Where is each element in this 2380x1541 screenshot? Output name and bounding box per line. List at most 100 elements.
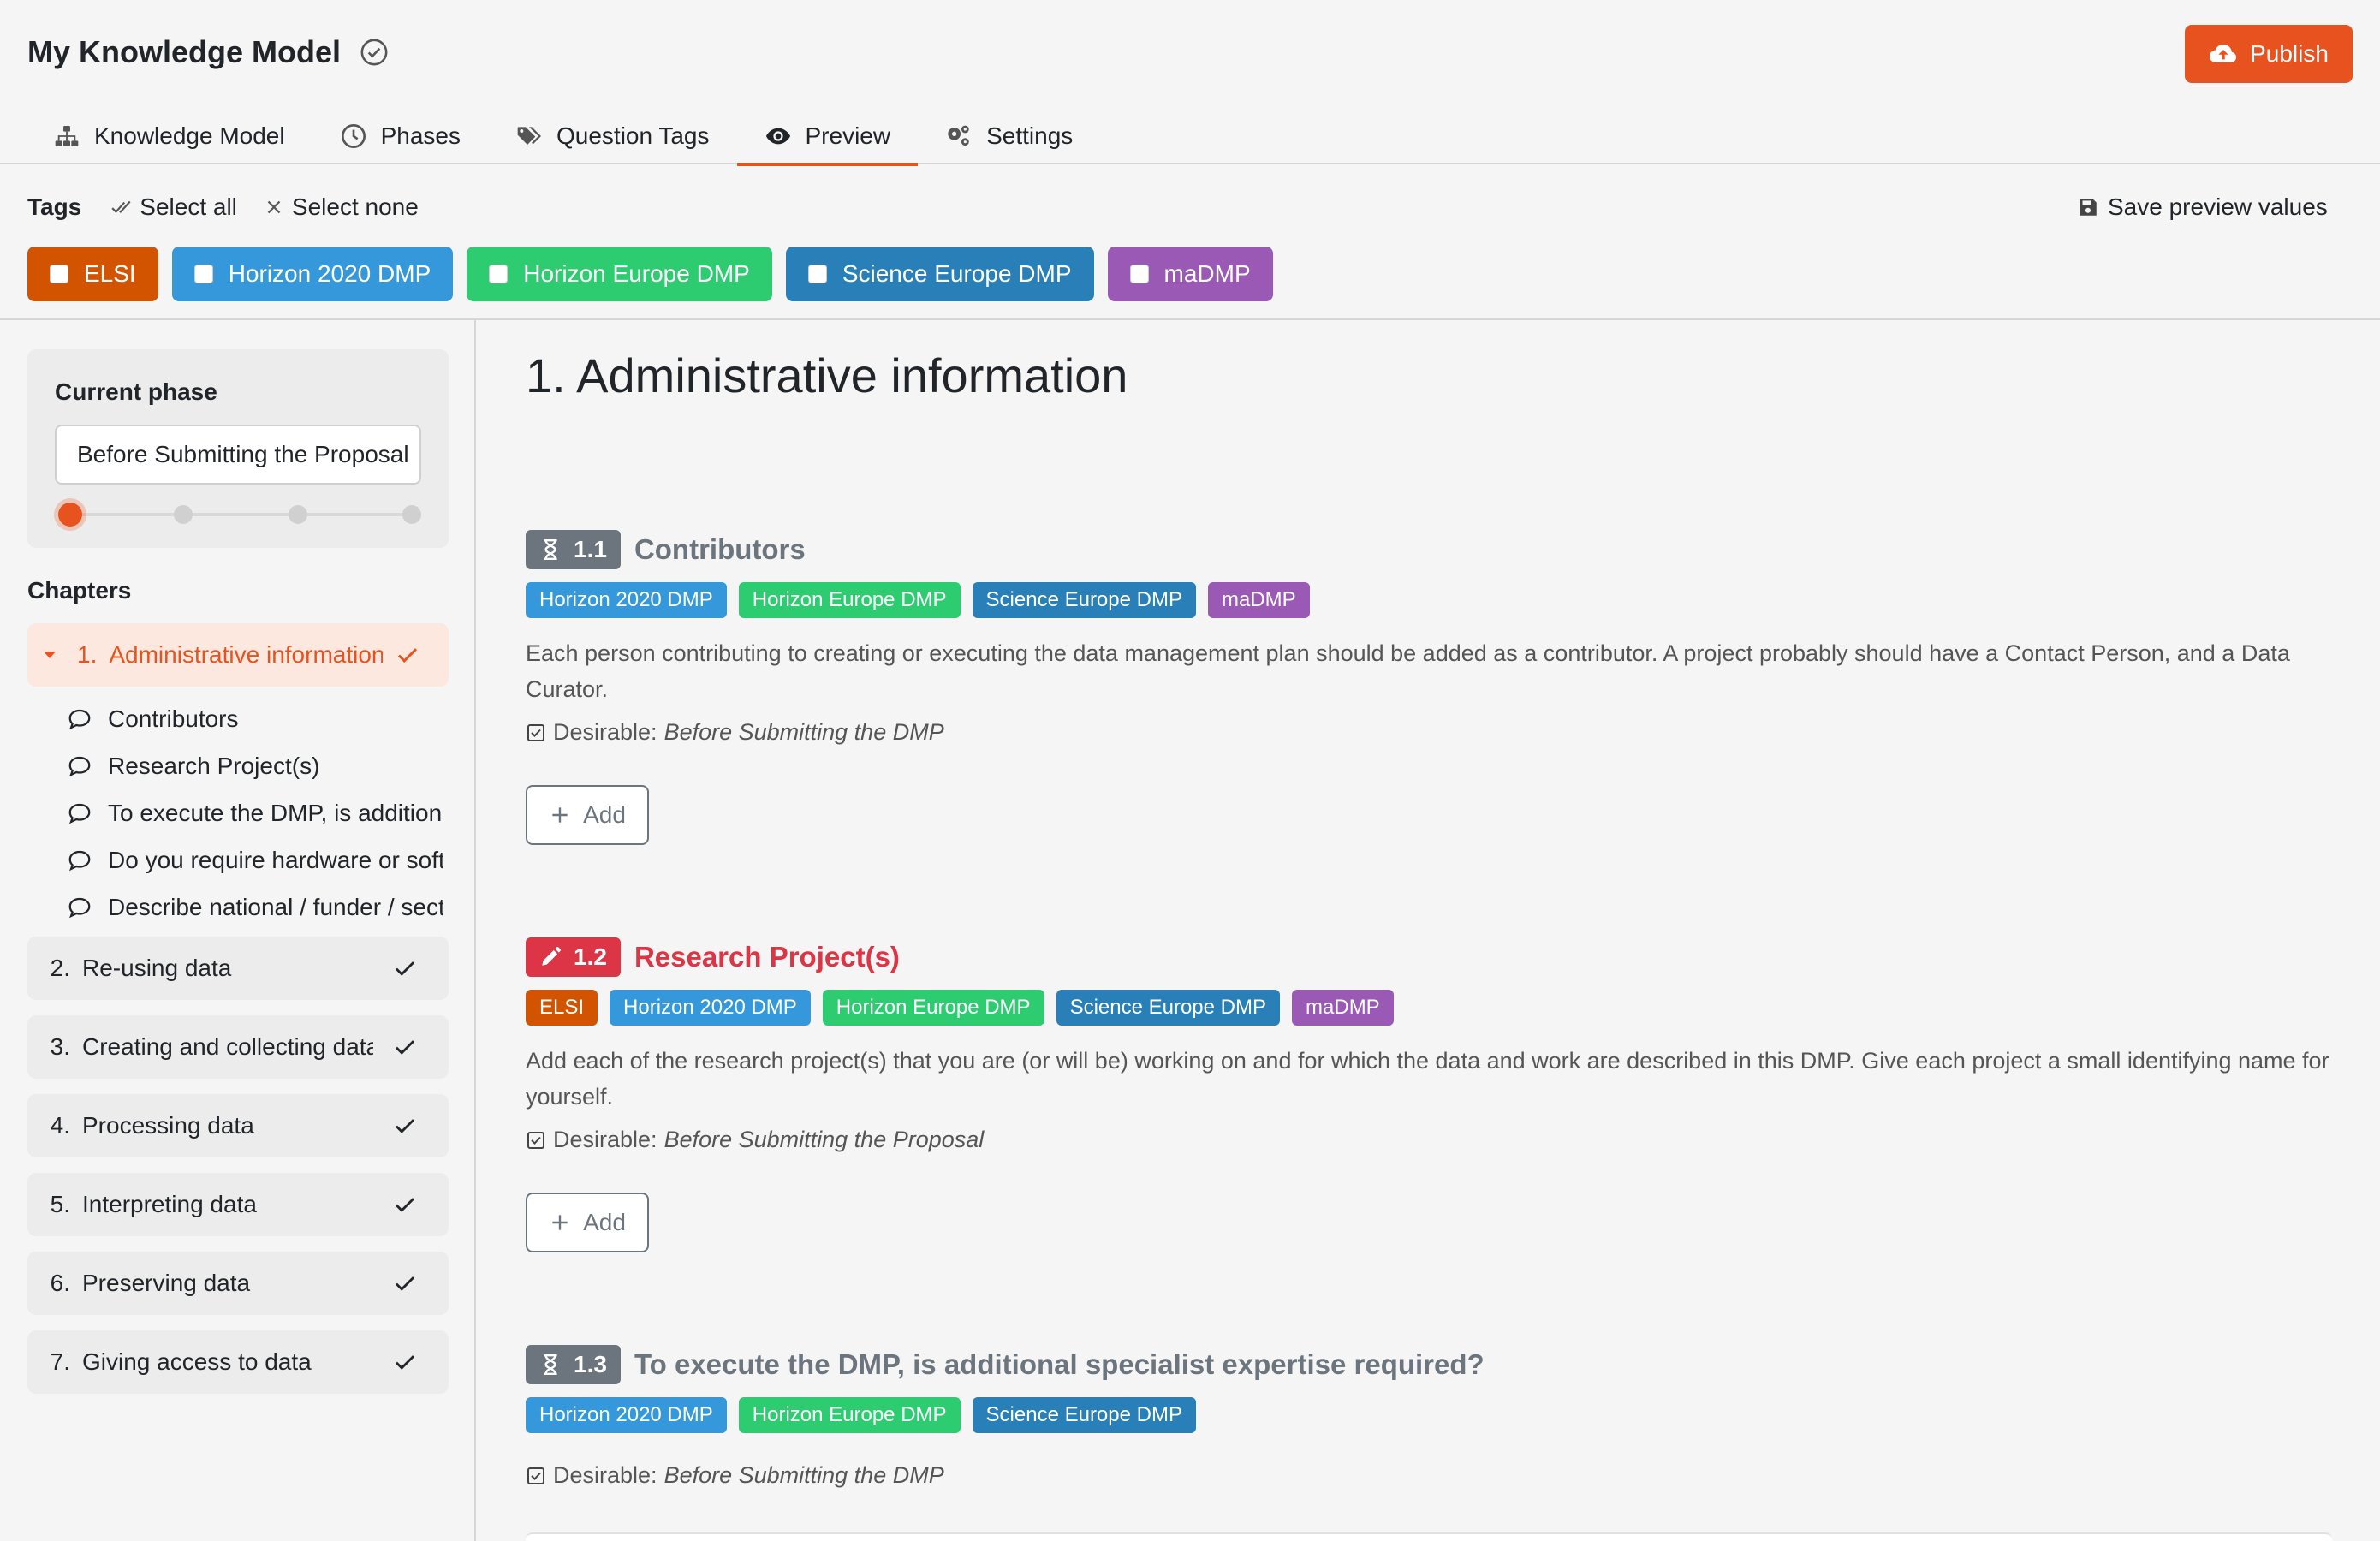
desirable-label: Desirable:	[553, 1127, 657, 1152]
question-link[interactable]: Do you require hardware or software whic…	[67, 836, 443, 884]
phase-slider[interactable]	[58, 500, 421, 529]
publish-button[interactable]: Publish	[2185, 25, 2353, 83]
chapter-number: 3.	[50, 1033, 70, 1060]
chapter-title: Interpreting data	[82, 1191, 257, 1217]
desirable-value: Before Submitting the DMP	[663, 719, 944, 745]
answer-options-box[interactable]	[526, 1532, 2332, 1541]
question-link-label: Research Project(s)	[108, 752, 320, 779]
chapter-title: Re-using data	[82, 955, 232, 981]
chapter-item-active[interactable]: 1. Administrative information	[27, 623, 449, 687]
chapter-number: 4.	[50, 1112, 70, 1139]
current-phase-heading: Current phase	[55, 378, 217, 405]
chapter-item[interactable]: 6. Preserving data	[27, 1252, 449, 1315]
tag-badge: Horizon Europe DMP	[738, 1397, 961, 1433]
checkbox[interactable]	[807, 265, 827, 283]
tag-toggle-madmp[interactable]: maDMP	[1107, 247, 1273, 301]
tag-toggle-elsi[interactable]: ELSI	[27, 247, 158, 301]
check-circle-icon	[360, 38, 389, 67]
check-icon	[396, 1276, 414, 1291]
chapters-heading: Chapters	[27, 577, 132, 604]
add-research-project-button[interactable]: Add	[526, 1193, 649, 1252]
desirable-label: Desirable:	[553, 1462, 657, 1488]
tab-bar: Knowledge Model Phases Question Tags Pre…	[27, 108, 1100, 166]
question-link-label: To execute the DMP, is additional specia…	[108, 799, 443, 826]
tag-badge: Horizon 2020 DMP	[610, 990, 811, 1026]
check-icon	[396, 1355, 414, 1370]
desirable-phase: Desirable: Before Submitting the Proposa…	[526, 1127, 2358, 1153]
tag-badge: Horizon Europe DMP	[738, 582, 961, 618]
chapter-number: 6.	[50, 1270, 70, 1296]
question-link[interactable]: Contributors	[67, 695, 443, 742]
current-phase-card: Current phase Before Submitting the Prop…	[27, 349, 449, 548]
tag-label: Horizon 2020 DMP	[228, 260, 431, 287]
slider-step[interactable]	[402, 505, 421, 524]
question-number: 1.3	[574, 1351, 607, 1377]
comment-icon	[68, 897, 91, 918]
question-block: 1.1 Contributors Horizon 2020 DMP Horizo…	[526, 529, 2358, 845]
select-none-link[interactable]: Select none	[263, 193, 419, 221]
tag-badge: Horizon Europe DMP	[822, 990, 1044, 1026]
checkbox[interactable]	[1129, 265, 1149, 283]
tab-label: Settings	[986, 122, 1074, 149]
tab-question-tags[interactable]: Question Tags	[488, 108, 737, 164]
checkbox[interactable]	[489, 265, 509, 283]
tag-badge: ELSI	[526, 990, 598, 1026]
tag-toggle-horizon-2020[interactable]: Horizon 2020 DMP	[171, 247, 454, 301]
chapter-item[interactable]: 5. Interpreting data	[27, 1173, 449, 1236]
check-icon	[396, 1040, 414, 1055]
checkbox[interactable]	[50, 265, 68, 283]
tab-phases[interactable]: Phases	[312, 108, 488, 164]
question-number-badge: 1.1	[526, 530, 621, 569]
phase-select[interactable]: Before Submitting the Proposal	[55, 425, 421, 485]
chapter-number: 1.	[77, 641, 98, 668]
save-preview-label: Save preview values	[2108, 193, 2328, 220]
tag-label: Horizon Europe DMP	[523, 260, 750, 287]
chapter-number: 2.	[50, 955, 70, 981]
preview-content: 1. Administrative information 1.1 Contri…	[478, 320, 2380, 1541]
chapter-item[interactable]: 7. Giving access to data	[27, 1330, 449, 1394]
chapter-number: 7.	[50, 1348, 70, 1375]
chapter-title: Giving access to data	[82, 1348, 312, 1375]
question-block: 1.2 Research Project(s) ELSI Horizon 202…	[526, 937, 2358, 1252]
tag-badge: maDMP	[1292, 990, 1394, 1026]
question-number-badge: 1.2	[526, 937, 621, 977]
slider-step[interactable]	[289, 505, 307, 524]
tag-toggle-horizon-europe[interactable]: Horizon Europe DMP	[467, 247, 772, 301]
question-link-label: Do you require hardware or software whic…	[108, 846, 443, 873]
check-square-icon	[527, 1467, 544, 1484]
desirable-label: Desirable:	[553, 719, 657, 745]
tag-toggle-science-europe[interactable]: Science Europe DMP	[785, 247, 1094, 301]
slider-step[interactable]	[174, 505, 193, 524]
tab-label: Knowledge Model	[94, 122, 285, 149]
question-link[interactable]: Describe national / funder / sector / de…	[67, 884, 443, 931]
question-title: To execute the DMP, is additional specia…	[634, 1348, 1485, 1380]
tag-badge: Science Europe DMP	[1056, 990, 1281, 1026]
tag-badge: Horizon 2020 DMP	[526, 1397, 727, 1433]
tag-badge: Science Europe DMP	[972, 582, 1196, 618]
question-link[interactable]: Research Project(s)	[67, 742, 443, 789]
question-tags: Horizon 2020 DMP Horizon Europe DMP Scie…	[526, 582, 2358, 618]
add-contributor-button[interactable]: Add	[526, 785, 649, 845]
chapter-item[interactable]: 3. Creating and collecting data	[27, 1015, 449, 1079]
question-number-badge: 1.3	[526, 1345, 621, 1384]
plus-icon	[552, 807, 568, 823]
question-list: Contributors Research Project(s) To exec…	[67, 695, 443, 931]
desirable-phase: Desirable: Before Submitting the DMP	[526, 1462, 2358, 1489]
chapter-item[interactable]: 2. Re-using data	[27, 937, 449, 1000]
slider-handle[interactable]	[58, 503, 82, 527]
select-all-link[interactable]: Select all	[110, 193, 237, 221]
tab-settings[interactable]: Settings	[918, 108, 1100, 164]
checkbox[interactable]	[193, 265, 213, 283]
question-link[interactable]: To execute the DMP, is additional specia…	[67, 789, 443, 836]
eye-icon	[765, 122, 792, 150]
sidebar: Current phase Before Submitting the Prop…	[0, 320, 476, 1541]
x-icon	[263, 196, 285, 218]
save-preview-values-button[interactable]: Save preview values	[2077, 193, 2328, 221]
tab-preview[interactable]: Preview	[736, 108, 919, 166]
chapter-item[interactable]: 4. Processing data	[27, 1094, 449, 1157]
comment-icon	[68, 709, 91, 729]
clock-icon	[340, 122, 367, 150]
tag-badge: maDMP	[1207, 582, 1310, 618]
app-title: My Knowledge Model	[27, 34, 389, 70]
tab-knowledge-model[interactable]: Knowledge Model	[27, 108, 312, 164]
